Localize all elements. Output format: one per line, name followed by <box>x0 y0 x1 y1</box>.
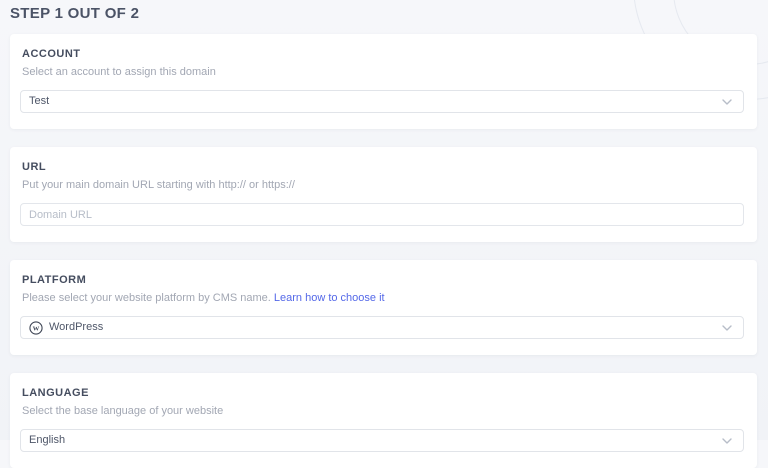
svg-text:W: W <box>33 325 40 332</box>
url-section: URL Put your main domain URL starting wi… <box>10 147 757 242</box>
chevron-down-icon <box>722 98 732 105</box>
platform-description-text: Please select your website platform by C… <box>22 292 271 304</box>
wordpress-icon: W <box>29 320 43 335</box>
account-select-value: Test <box>29 95 50 107</box>
platform-label: PLATFORM <box>22 274 87 286</box>
language-select[interactable]: English <box>20 429 744 452</box>
account-select[interactable]: Test <box>20 90 744 113</box>
language-select-value: English <box>29 434 66 446</box>
platform-select-value: WordPress <box>49 321 104 333</box>
language-section: LANGUAGE Select the base language of you… <box>10 373 757 468</box>
learn-how-link[interactable]: Learn how to choose it <box>274 292 385 304</box>
platform-select[interactable]: W WordPress <box>20 316 744 339</box>
platform-section: PLATFORM Please select your website plat… <box>10 260 757 355</box>
platform-description: Please select your website platform by C… <box>22 292 744 305</box>
chevron-down-icon <box>722 437 732 444</box>
account-label: ACCOUNT <box>22 48 81 60</box>
url-description: Put your main domain URL starting with h… <box>22 179 295 191</box>
chevron-down-icon <box>722 324 732 331</box>
account-description: Select an account to assign this domain <box>22 66 216 78</box>
account-section: ACCOUNT Select an account to assign this… <box>10 34 757 129</box>
language-description: Select the base language of your website <box>22 405 224 417</box>
url-label: URL <box>22 161 47 173</box>
form-cards: ACCOUNT Select an account to assign this… <box>0 34 768 468</box>
language-label: LANGUAGE <box>22 387 89 399</box>
page-title: STEP 1 OUT OF 2 <box>10 5 140 22</box>
domain-url-input[interactable] <box>20 203 744 226</box>
